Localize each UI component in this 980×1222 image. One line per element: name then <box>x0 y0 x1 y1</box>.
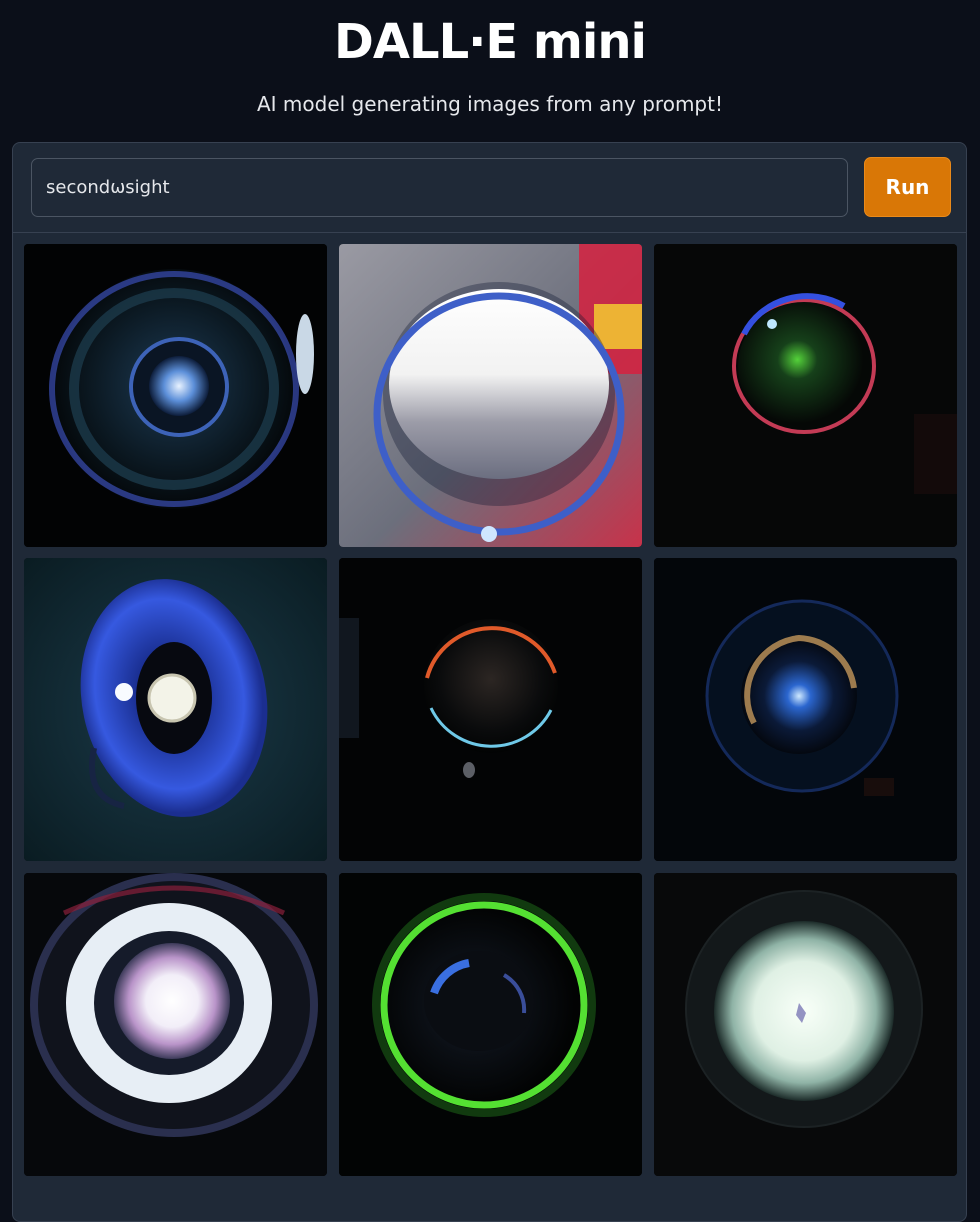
bright-iris-image <box>24 873 327 1176</box>
page-title: DALL·E mini <box>334 14 647 70</box>
page-subtitle: AI model generating images from any prom… <box>256 92 723 116</box>
header: DALL·E mini AI model generating images f… <box>0 0 980 142</box>
gallery-image-9[interactable] <box>654 873 957 1176</box>
white-glow-image <box>654 873 957 1176</box>
run-button[interactable]: Run <box>864 157 951 217</box>
gallery-image-4[interactable] <box>24 558 327 861</box>
dim-lens-image <box>654 558 957 861</box>
gallery-image-2[interactable] <box>339 244 642 547</box>
glass-ball-image <box>339 558 642 861</box>
gallery-image-6[interactable] <box>654 558 957 861</box>
prompt-input[interactable] <box>31 158 848 217</box>
dark-lens-image <box>654 244 957 547</box>
generator-panel: Run <box>12 142 967 1222</box>
gallery-image-3[interactable] <box>654 244 957 547</box>
blue-iris-image <box>24 558 327 861</box>
green-ring-image <box>339 873 642 1176</box>
gallery-image-8[interactable] <box>339 873 642 1176</box>
gallery-image-5[interactable] <box>339 558 642 861</box>
glass-sphere-image <box>339 244 642 547</box>
gallery-image-7[interactable] <box>24 873 327 1176</box>
glowing-eye-image <box>24 244 327 547</box>
gallery-image-1[interactable] <box>24 244 327 547</box>
prompt-row: Run <box>13 143 966 233</box>
